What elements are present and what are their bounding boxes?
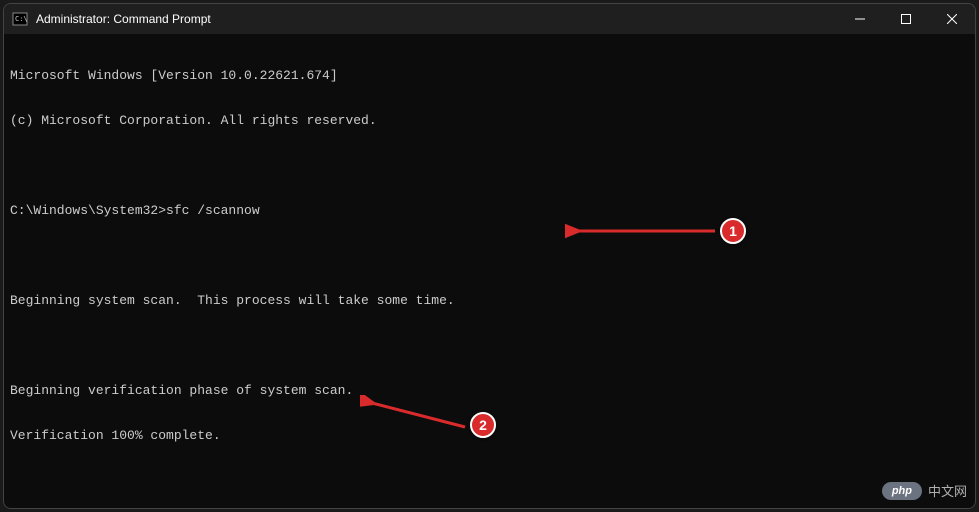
titlebar[interactable]: C:\ Administrator: Command Prompt bbox=[4, 4, 975, 34]
output-line bbox=[10, 338, 969, 353]
command-prompt-window: C:\ Administrator: Command Prompt Micros… bbox=[3, 3, 976, 509]
svg-text:C:\: C:\ bbox=[15, 15, 28, 23]
cmd-icon: C:\ bbox=[12, 11, 28, 27]
output-line: Verification 100% complete. bbox=[10, 428, 969, 443]
output-line bbox=[10, 248, 969, 263]
maximize-button[interactable] bbox=[883, 4, 929, 34]
output-line: C:\Windows\System32>sfc /scannow bbox=[10, 203, 969, 218]
minimize-button[interactable] bbox=[837, 4, 883, 34]
close-button[interactable] bbox=[929, 4, 975, 34]
output-line: Beginning verification phase of system s… bbox=[10, 383, 969, 398]
window-title: Administrator: Command Prompt bbox=[36, 12, 837, 26]
output-line: Beginning system scan. This process will… bbox=[10, 293, 969, 308]
output-line bbox=[10, 158, 969, 173]
output-line: (c) Microsoft Corporation. All rights re… bbox=[10, 113, 969, 128]
output-line: Microsoft Windows [Version 10.0.22621.67… bbox=[10, 68, 969, 83]
terminal-output[interactable]: Microsoft Windows [Version 10.0.22621.67… bbox=[4, 34, 975, 508]
output-line bbox=[10, 473, 969, 488]
window-controls bbox=[837, 4, 975, 34]
